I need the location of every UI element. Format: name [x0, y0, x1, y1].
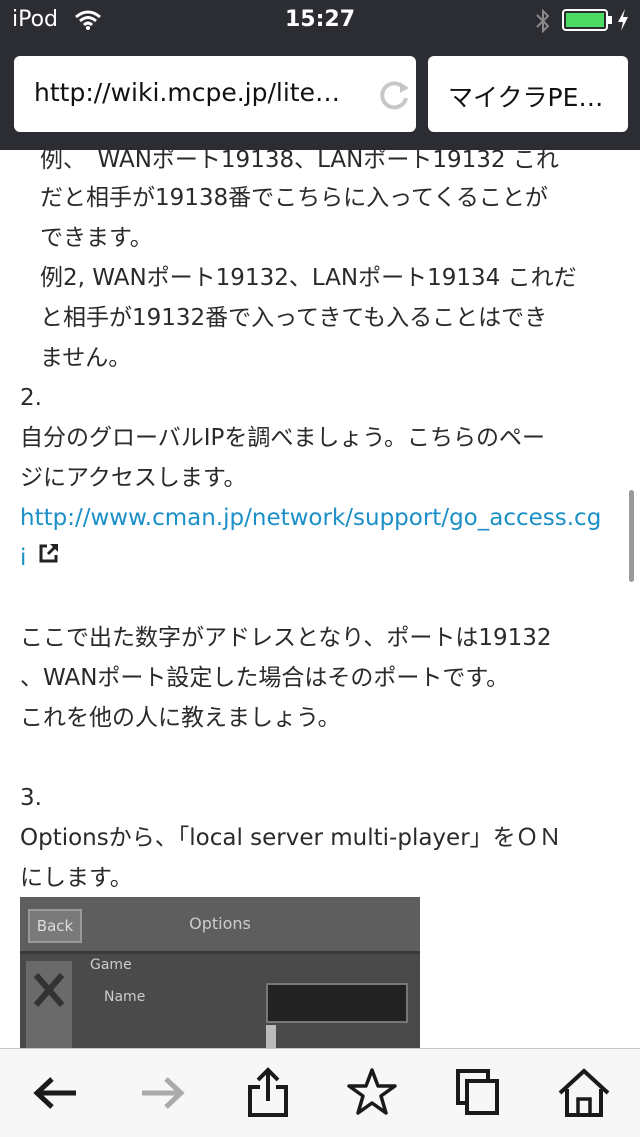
tab-title-button[interactable]: マイクラPE…	[428, 56, 628, 132]
tabs-icon[interactable]	[450, 1067, 506, 1119]
bookmark-star-icon[interactable]	[344, 1067, 400, 1119]
text-line: できます。	[40, 225, 153, 251]
page-content: 例、 WANポート19138、LANポート19132 これ だと相手が19138…	[0, 140, 640, 1048]
image-name-field	[266, 983, 408, 1023]
image-side-tab	[26, 961, 72, 1048]
text-line: ません。	[40, 345, 132, 371]
image-game-label: Game	[90, 957, 132, 973]
share-icon[interactable]	[240, 1067, 296, 1119]
options-screenshot-image: Back Options Game Name	[20, 897, 420, 1048]
image-name-label: Name	[104, 989, 146, 1005]
reload-icon[interactable]	[378, 78, 412, 116]
image-slider	[266, 1025, 276, 1048]
text-line: Optionsから、「local server multi-player」をＯＮ	[20, 825, 562, 851]
image-header: Back Options	[20, 897, 420, 954]
external-link-icon[interactable]	[38, 542, 60, 568]
access-check-link[interactable]: http://www.cman.jp/network/support/go_ac…	[20, 498, 601, 538]
text-line: ジにアクセスします。	[20, 465, 247, 491]
back-arrow-icon[interactable]	[28, 1067, 84, 1119]
charging-icon	[616, 8, 630, 38]
tab-title: マイクラPE…	[448, 83, 604, 112]
bluetooth-icon	[534, 8, 552, 40]
tool-icon	[33, 973, 65, 1007]
access-check-link-continued[interactable]: i	[20, 538, 26, 578]
text-line: 、WANポート設定した場合はそのポートです。	[20, 665, 510, 691]
scrollbar[interactable]	[629, 490, 634, 582]
image-title: Options	[189, 914, 251, 933]
text-line: だと相手が19138番でこちらに入ってくることが	[40, 185, 548, 211]
status-bar: iPod 15:27	[0, 0, 640, 40]
text-line: にします。	[20, 865, 133, 891]
bottom-toolbar	[0, 1048, 640, 1137]
battery-icon	[562, 9, 614, 37]
url-field[interactable]: http://wiki.mcpe.jp/lite…	[14, 56, 416, 132]
text-line: 例2, WANポート19132、LANポート19134 これだ	[40, 265, 577, 291]
text-line: ここで出た数字がアドレスとなり、ポートは19132	[20, 625, 552, 651]
browser-top-bar: iPod 15:27 http://wiki.mcpe.jp/lite… マイク…	[0, 0, 640, 150]
text-line: と相手が19132番で入ってきても入ることはでき	[40, 305, 548, 331]
text-line: これを他の人に教えましょう。	[20, 705, 341, 731]
url-text: http://wiki.mcpe.jp/lite…	[34, 78, 340, 107]
text-line: 自分のグローバルIPを調べましょう。こちらのペー	[20, 425, 546, 451]
forward-arrow-icon[interactable]	[134, 1067, 190, 1119]
step-number: 2.	[20, 385, 42, 411]
step-number: 3.	[20, 785, 42, 811]
home-icon[interactable]	[556, 1067, 612, 1119]
